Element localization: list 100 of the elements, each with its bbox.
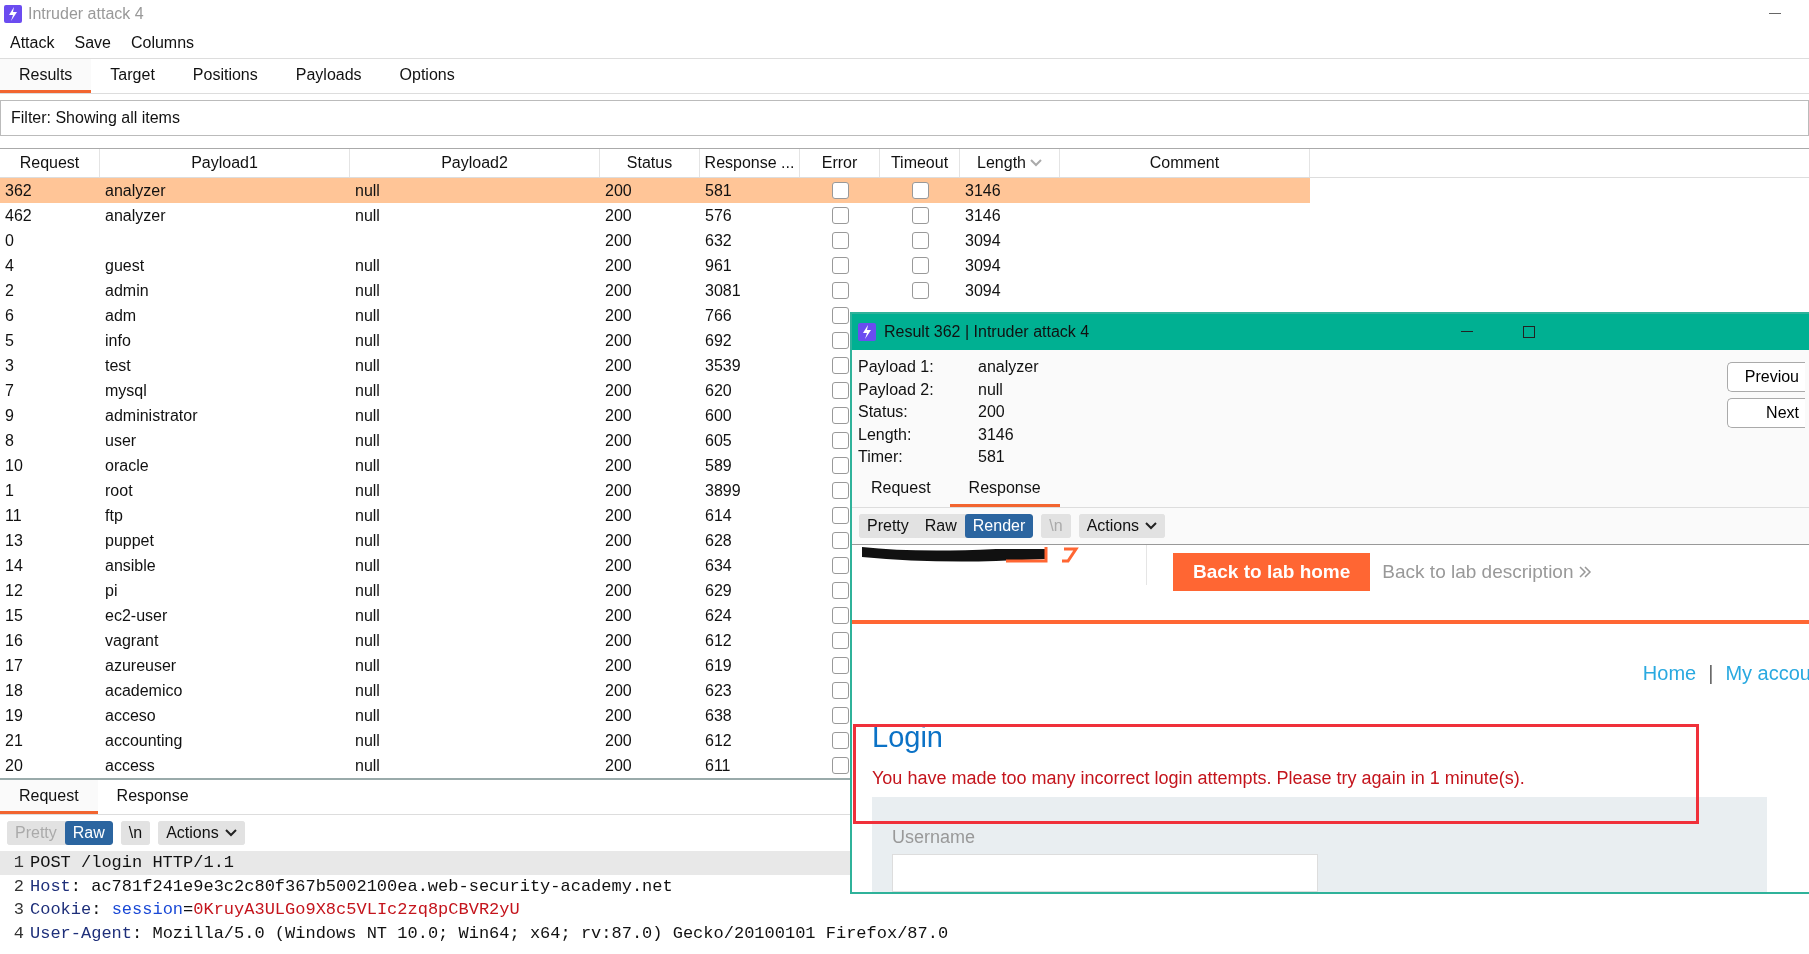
nav-button[interactable]: Previou [1727, 362, 1805, 392]
column-header[interactable]: Length [960, 149, 1060, 177]
tab[interactable]: Response [97, 780, 208, 814]
error-checkbox[interactable] [831, 282, 849, 299]
table-cell-text: 9 [4, 405, 15, 426]
error-checkbox[interactable] [831, 507, 849, 524]
error-checkbox[interactable] [831, 307, 849, 324]
detail-label: Payload 1: [858, 357, 935, 377]
filter-bar[interactable]: Filter: Showing all items [0, 100, 1809, 136]
error-checkbox[interactable] [831, 182, 849, 199]
table-row[interactable]: 17 azureuser null 200 619 [0, 653, 1310, 678]
table-row[interactable]: 2 admin null 200 3081 3094 [0, 278, 1310, 303]
maximize-icon[interactable] [1523, 326, 1535, 338]
table-cell-text: 200 [604, 505, 633, 526]
detail-label: Payload 2: [858, 379, 935, 400]
table-cell-text: administrator [104, 405, 199, 426]
tab[interactable]: Request [0, 780, 98, 814]
error-checkbox[interactable] [831, 407, 849, 424]
column-header[interactable]: Error [800, 149, 880, 177]
view-button[interactable]: Render [964, 513, 1034, 538]
error-checkbox[interactable] [831, 232, 849, 249]
error-checkbox[interactable] [831, 757, 849, 774]
table-cell-text: 576 [704, 205, 733, 226]
table-cell-text: 8 [4, 430, 15, 451]
menu-item[interactable]: Attack [10, 34, 55, 52]
column-header[interactable]: Payload1 [100, 149, 350, 177]
timeout-checkbox[interactable] [911, 182, 929, 199]
table-cell-text: null [354, 530, 381, 551]
error-checkbox[interactable] [831, 657, 849, 674]
column-header[interactable]: Timeout [880, 149, 960, 177]
menu-item[interactable]: Save [74, 34, 111, 52]
line-number: 4 [12, 923, 25, 943]
table-cell-text: null [354, 480, 381, 501]
tab[interactable]: Options [380, 59, 474, 93]
nav-button[interactable]: Next [1727, 398, 1805, 428]
tab[interactable]: Request [852, 472, 950, 507]
column-header[interactable]: Status [600, 149, 700, 177]
table-cell-text: null [354, 430, 381, 451]
column-header[interactable]: Payload2 [350, 149, 600, 177]
table-row[interactable]: 0 200 632 3094 [0, 228, 1310, 253]
tab[interactable]: Positions [173, 59, 277, 93]
column-header[interactable]: Request [0, 149, 100, 177]
error-checkbox[interactable] [831, 557, 849, 574]
timeout-checkbox[interactable] [911, 207, 929, 224]
table-cell-text: null [354, 580, 381, 601]
column-header[interactable]: Comment [1060, 149, 1310, 177]
view-button[interactable]: Raw [64, 821, 113, 845]
table-cell-text: 11 [4, 505, 23, 526]
error-checkbox[interactable] [831, 207, 849, 224]
menu-item[interactable]: Columns [130, 34, 195, 52]
error-checkbox[interactable] [831, 682, 849, 699]
tab[interactable]: Target [91, 59, 174, 93]
actions-button[interactable]: Actions [1078, 513, 1166, 538]
code-line: User-Agent: Mozilla/5.0 (Windows NT 10.0; Win64; x64; rv:87.0) Gecko/20100101 Firefox/87.0 [30, 923, 949, 943]
table-cell-text: 3 [4, 355, 15, 376]
error-checkbox[interactable] [831, 457, 849, 474]
minimize-icon[interactable] [1769, 13, 1781, 15]
table-cell-text: 200 [604, 330, 633, 351]
tab[interactable]: Payloads [276, 59, 381, 93]
table-cell-text: pi [104, 580, 119, 601]
error-checkbox[interactable] [831, 332, 849, 349]
error-checkbox[interactable] [831, 482, 849, 499]
table-cell-text: ftp [104, 505, 124, 526]
actions-button[interactable]: Actions [158, 821, 245, 845]
table-cell-text: academico [104, 680, 184, 701]
error-checkbox[interactable] [831, 607, 849, 624]
error-checkbox[interactable] [831, 257, 849, 274]
table-cell-text: 600 [704, 405, 733, 426]
newline-toggle[interactable]: \n [120, 821, 151, 845]
table-row[interactable]: 4 guest null 200 961 3094 [0, 253, 1310, 278]
table-cell-text: test [104, 355, 132, 376]
table-row[interactable]: 462 analyzer null 200 576 3146 [0, 203, 1310, 228]
error-checkbox[interactable] [831, 732, 849, 749]
error-checkbox[interactable] [831, 582, 849, 599]
table-row[interactable]: 15 ec2-user null 200 624 [0, 603, 1310, 628]
column-header[interactable]: Response ... [700, 149, 800, 177]
table-cell-text: 589 [704, 455, 733, 476]
timeout-checkbox[interactable] [911, 232, 929, 249]
timeout-checkbox[interactable] [911, 257, 929, 274]
minimize-icon[interactable] [1461, 331, 1473, 333]
table-cell-text: 766 [704, 305, 733, 326]
table-cell-text: 612 [704, 730, 733, 751]
code-line: POST /login HTTP/1.1 [30, 853, 235, 873]
error-checkbox[interactable] [831, 632, 849, 649]
username-field[interactable] [892, 854, 1318, 892]
table-cell-text: 462 [4, 205, 33, 226]
error-checkbox[interactable] [831, 532, 849, 549]
error-checkbox[interactable] [831, 432, 849, 449]
error-checkbox[interactable] [831, 382, 849, 399]
table-row[interactable]: 16 vagrant null 200 612 [0, 628, 1310, 653]
table-cell-text: 19 [4, 705, 24, 726]
error-checkbox[interactable] [831, 707, 849, 724]
table-cell-text: 624 [704, 605, 733, 626]
table-row[interactable]: 18 academico null 200 623 [0, 678, 1310, 703]
table-cell-text: null [354, 655, 381, 676]
code-line: Cookie: session=0KruyA3ULGo9X8c5VLIc2zq8pCBVR2yU [30, 900, 520, 920]
tab[interactable]: Results [0, 59, 92, 93]
timeout-checkbox[interactable] [911, 282, 929, 299]
error-checkbox[interactable] [831, 357, 849, 374]
table-row[interactable]: 362 analyzer null 200 581 3146 [0, 178, 1310, 203]
